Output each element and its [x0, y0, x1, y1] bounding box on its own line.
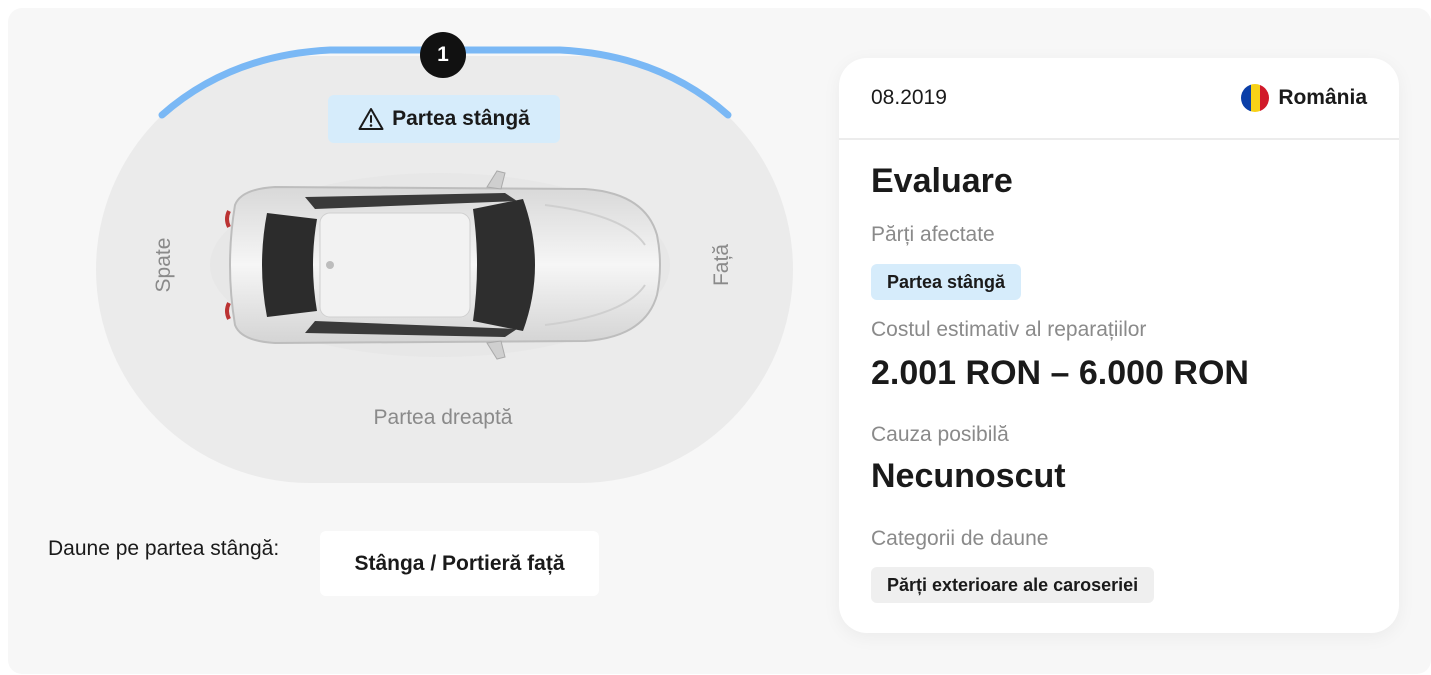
- front-label: Față: [710, 243, 733, 287]
- damage-location-value: Stânga / Portieră față: [320, 531, 599, 596]
- affected-parts-label: Părți afectate: [871, 223, 995, 246]
- card-title: Evaluare: [871, 162, 1013, 200]
- right-side-label: Partea dreaptă: [373, 406, 513, 429]
- country-name: România: [1278, 86, 1367, 109]
- cost-value: 2.001 RON – 6.000 RON: [871, 354, 1249, 392]
- cost-label: Costul estimativ al reparațiilor: [871, 318, 1147, 341]
- affected-parts-badge: Partea stângă: [871, 264, 1022, 300]
- cause-value: Necunoscut: [871, 457, 1066, 495]
- damage-categories-label: Categorii de daune: [871, 527, 1049, 550]
- card-header: 08.2019 România: [839, 58, 1399, 140]
- damage-side-label: Daune pe partea stângă:: [48, 537, 280, 560]
- highlighted-side-label: Partea stângă: [392, 107, 530, 130]
- car-top-view: [210, 170, 670, 360]
- back-label: Spate: [152, 237, 175, 293]
- damage-marker[interactable]: 1: [420, 32, 466, 78]
- evaluation-card: 08.2019 România Evaluare Părți afectate …: [839, 58, 1399, 633]
- damage-category-badge: Părți exterioare ale caroseriei: [871, 567, 1155, 603]
- country: România: [1241, 84, 1367, 112]
- warning-triangle-icon: [358, 108, 384, 130]
- romania-flag-icon: [1241, 84, 1270, 112]
- date-value: 08.2019: [871, 86, 947, 109]
- cause-label: Cauza posibilă: [871, 423, 1009, 446]
- highlighted-side-badge: Partea stângă: [328, 95, 560, 143]
